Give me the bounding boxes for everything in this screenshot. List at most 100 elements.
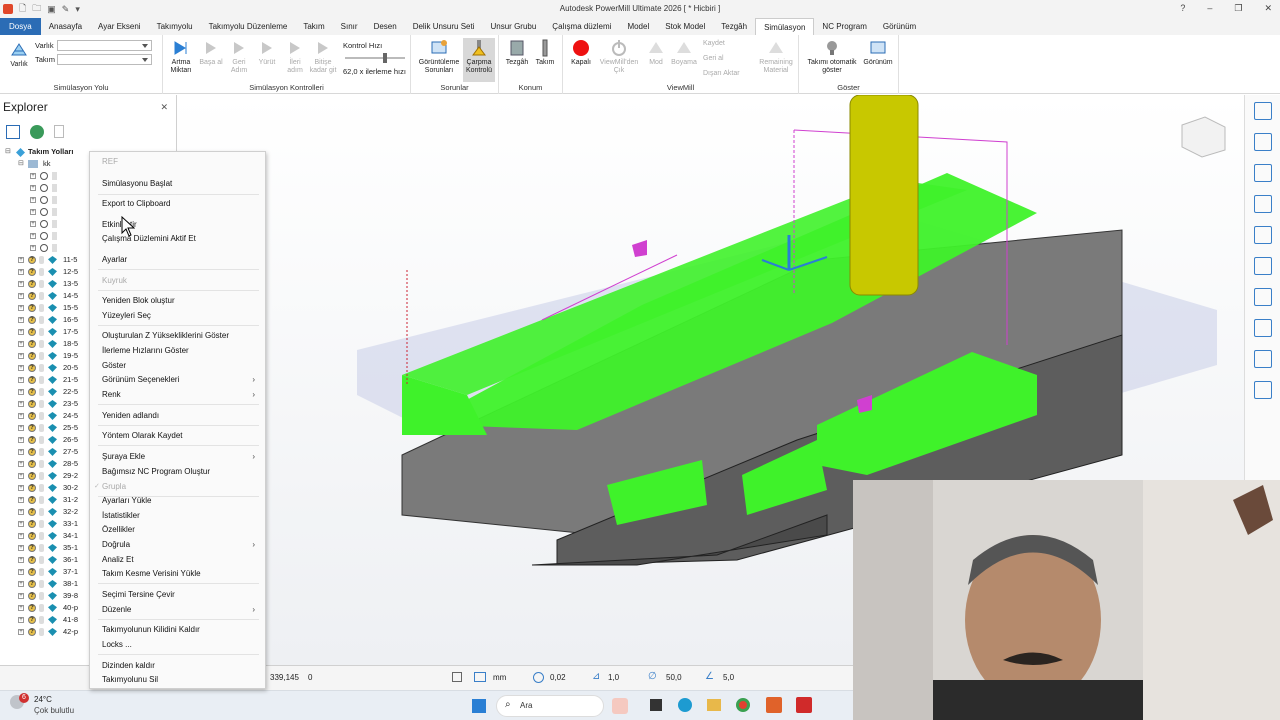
tolerance-value[interactable]: 0,02 [550, 673, 566, 682]
close-icon[interactable]: ✕ [160, 102, 168, 113]
context-menu-item[interactable]: İlerleme Hızlarını Göster [102, 344, 259, 357]
expand-icon[interactable]: + [18, 425, 24, 431]
tool-select[interactable] [57, 54, 152, 65]
expand-icon[interactable]: + [30, 221, 36, 227]
context-menu-item[interactable]: Renk › [102, 388, 259, 401]
entity-button[interactable]: Varlık [6, 41, 32, 69]
expand-icon[interactable]: + [18, 377, 24, 383]
display-problems-button[interactable]: Görüntüleme Sorunları [415, 39, 463, 75]
expand-icon[interactable]: + [18, 389, 24, 395]
view-cube[interactable] [1181, 116, 1226, 158]
auto-show-tool-button[interactable]: Takımı otomatik göster [803, 39, 861, 75]
expand-icon[interactable]: + [18, 533, 24, 539]
expand-icon[interactable]: + [18, 557, 24, 563]
units-icon[interactable] [474, 672, 486, 682]
view-iso-icon[interactable] [1253, 102, 1272, 120]
expand-icon[interactable]: + [30, 209, 36, 215]
paint-button[interactable]: Boyama [669, 39, 699, 67]
sim-control-button-5[interactable]: Bitişe kadar git [309, 39, 337, 75]
expand-icon[interactable]: + [18, 317, 24, 323]
expand-icon[interactable]: + [18, 449, 24, 455]
restore-button[interactable]: ❐ [1234, 3, 1242, 14]
expand-icon[interactable]: + [18, 485, 24, 491]
tab-16[interactable]: Görünüm [875, 18, 924, 35]
expand-icon[interactable]: + [18, 617, 24, 623]
globe-icon[interactable] [30, 125, 44, 139]
zoom-out-icon[interactable] [1253, 288, 1272, 306]
context-menu-item[interactable]: Yeniden Blok oluştur [102, 294, 259, 307]
viewmill-exit-button[interactable]: ViewMill'den Çık [599, 39, 639, 75]
app-edge-icon[interactable] [678, 698, 692, 712]
context-menu-item[interactable]: Yöntem Olarak Kaydet [102, 429, 259, 442]
expand-icon[interactable]: + [18, 473, 24, 479]
context-menu-item[interactable]: Göster [102, 359, 259, 372]
stepover-icon[interactable]: ∠ [705, 671, 714, 682]
context-menu-item[interactable]: Şuraya Ekle › [102, 450, 259, 463]
app-chrome-icon[interactable] [736, 698, 750, 712]
tab-7[interactable]: Desen [366, 18, 405, 35]
tab-6[interactable]: Sınır [333, 18, 366, 35]
expand-icon[interactable]: + [30, 173, 36, 179]
tab-2[interactable]: Ayar Ekseni [90, 18, 149, 35]
context-menu-item[interactable]: Yeniden adlandı [102, 409, 259, 422]
tool-position-button[interactable]: Takım [531, 39, 559, 67]
tab-10[interactable]: Çalışma düzlemi [544, 18, 619, 35]
thickness-icon[interactable]: ⊿ [592, 671, 600, 682]
tab-8[interactable]: Delik Unsuru Seti [405, 18, 483, 35]
context-menu-item[interactable]: Ayarlar [102, 253, 259, 266]
tab-13[interactable]: Tezgâh [713, 18, 755, 35]
machine-button[interactable]: Tezgâh [503, 39, 531, 67]
save-icon[interactable]: ▣ [47, 4, 56, 15]
context-menu-item[interactable]: Seçimi Tersine Çevir [102, 588, 259, 601]
shaded-icon[interactable] [1253, 319, 1272, 337]
context-menu-item[interactable]: Takımyolunun Kilidini Kaldır [102, 623, 259, 636]
context-menu-item[interactable]: Simülasyonu Başlat [102, 177, 259, 190]
expand-icon[interactable]: + [30, 233, 36, 239]
viewmill-off-button[interactable]: Kapalı [565, 39, 597, 67]
unit-value[interactable]: mm [493, 673, 506, 682]
expand-icon[interactable]: + [18, 341, 24, 347]
diameter-value[interactable]: 50,0 [666, 673, 682, 682]
context-menu-item[interactable]: Analiz Et [102, 553, 259, 566]
save-small-button[interactable]: Kaydet [703, 40, 725, 48]
chevron-down-icon[interactable]: ▾ [75, 4, 80, 15]
sim-control-button-2[interactable]: Geri Adım [225, 39, 253, 75]
context-menu-item[interactable]: Yüzeyleri Seç [102, 309, 259, 322]
context-menu-item[interactable]: Export to Clipboard [102, 197, 259, 210]
open-folder-icon[interactable]: 🗀 [32, 1, 41, 17]
tab-1[interactable]: Anasayfa [41, 18, 90, 35]
expand-icon[interactable]: + [30, 185, 36, 191]
context-menu-item[interactable]: Takımyolunu Sil [102, 673, 259, 686]
remaining-material-button[interactable]: Remaining Material [755, 39, 797, 75]
app-red-icon[interactable] [796, 697, 812, 713]
context-menu-item[interactable]: Özellikler [102, 523, 259, 536]
workplane-icon[interactable] [452, 672, 462, 682]
expand-icon[interactable]: + [18, 509, 24, 515]
cursor-icon[interactable] [1253, 381, 1272, 399]
expand-icon[interactable]: + [30, 197, 36, 203]
expand-icon[interactable]: + [18, 329, 24, 335]
edit-icon[interactable]: ✎ [62, 4, 70, 15]
context-menu-item[interactable]: Dizinden kaldır [102, 659, 259, 672]
context-menu-item[interactable]: Doğrula › [102, 538, 259, 551]
app-explorer-icon[interactable] [650, 699, 662, 711]
expand-icon[interactable]: + [18, 629, 24, 635]
sim-control-button-0[interactable]: Artma Miktarı [167, 39, 195, 75]
undo-small-button[interactable]: Geri al [703, 55, 724, 63]
wireframe-icon[interactable] [1253, 350, 1272, 368]
expand-icon[interactable]: + [18, 365, 24, 371]
tree-view-icon[interactable] [6, 125, 20, 139]
app-pdf-icon[interactable] [612, 698, 628, 714]
expand-icon[interactable]: + [18, 605, 24, 611]
view-button[interactable]: Görünüm [861, 39, 895, 67]
expand-icon[interactable]: + [18, 269, 24, 275]
app-folder-icon[interactable] [707, 699, 721, 711]
expand-icon[interactable]: + [18, 545, 24, 551]
context-menu-item[interactable]: Görünüm Seçenekleri › [102, 373, 259, 386]
zoom-icon[interactable] [1253, 195, 1272, 213]
expand-icon[interactable]: + [18, 353, 24, 359]
sim-control-button-3[interactable]: Yürüt [253, 39, 281, 67]
context-menu-item[interactable]: Grupla ✓ [94, 480, 259, 493]
zoom-box-icon[interactable] [1253, 257, 1272, 275]
taskbar-search[interactable] [496, 695, 604, 717]
